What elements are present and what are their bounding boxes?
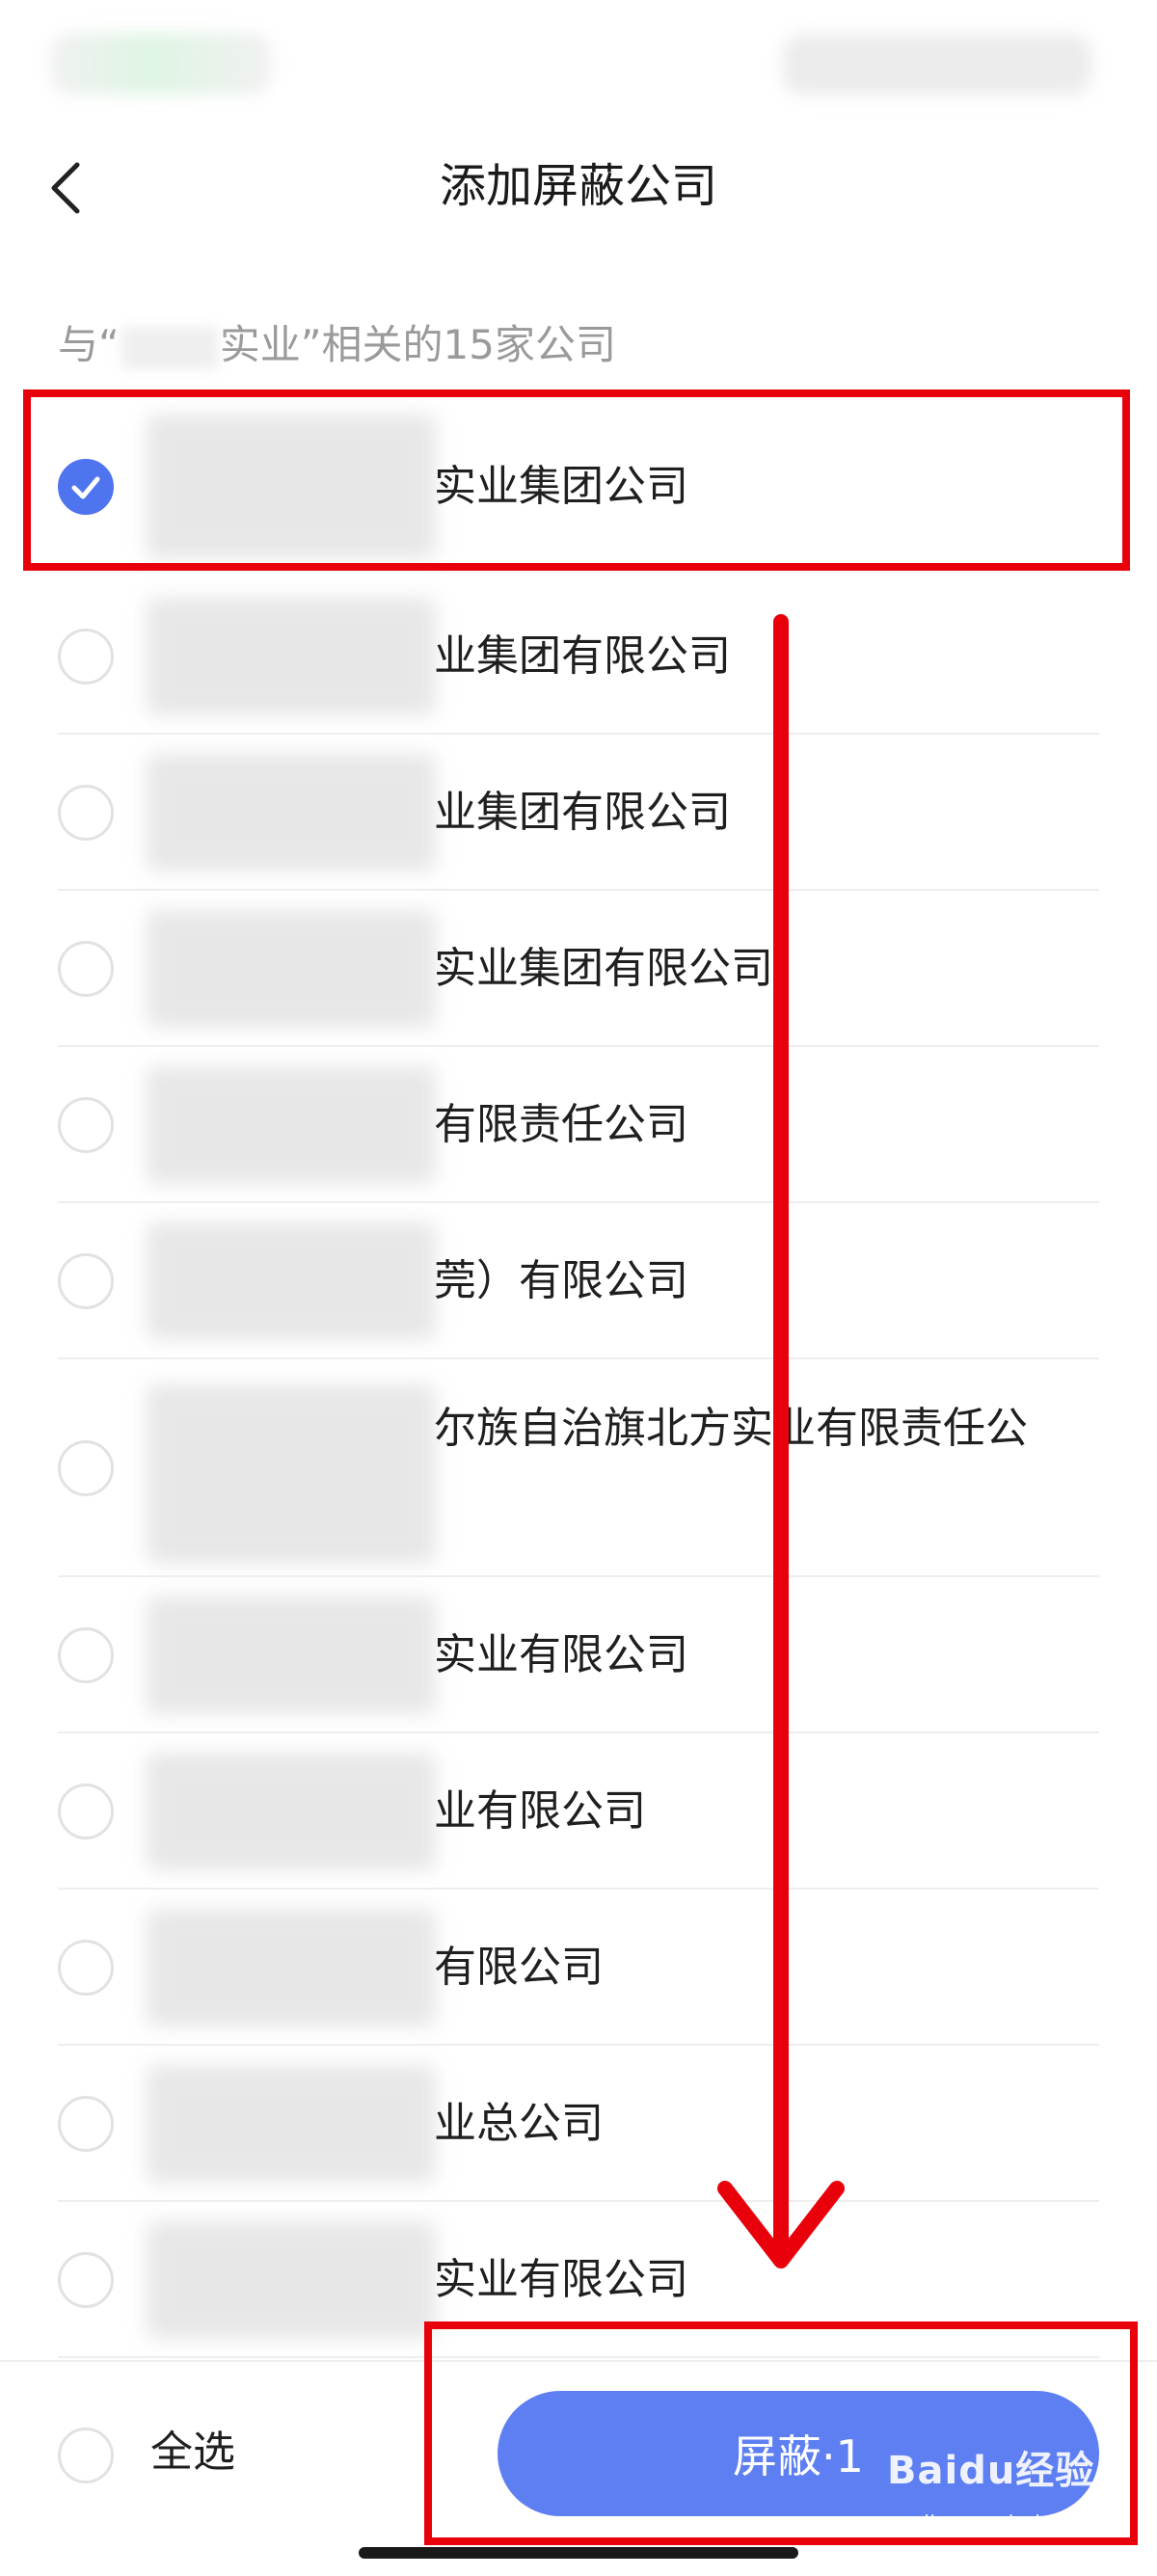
company-name: 莞）有限公司 <box>434 1256 688 1305</box>
checkmark-icon <box>71 476 100 499</box>
company-list: 实业集团公司 业集团有限公司 业集团有限公司 实业集团有限公司 有限责任公司 莞）有限公司… <box>0 395 1157 2358</box>
company-name: 有限责任公司 <box>434 1100 688 1149</box>
page-title: 添加屏蔽公司 <box>439 159 717 213</box>
company-list-item[interactable]: 业有限公司 <box>0 1733 1157 1890</box>
company-checkbox[interactable] <box>58 1627 114 1683</box>
blurred-company-prefix <box>147 1909 436 2026</box>
blurred-company-prefix <box>147 2065 436 2183</box>
subtitle-suffix: 实业”相关的15家公司 <box>219 321 616 368</box>
company-checkbox[interactable] <box>58 1253 114 1309</box>
company-checkbox[interactable] <box>58 459 114 515</box>
company-name: 尔族自治旗北方实业有限责任公 <box>434 1404 1028 1453</box>
company-checkbox[interactable] <box>58 629 114 684</box>
watermark-brand: Baidu经验 <box>887 2449 1095 2493</box>
blurred-company-prefix <box>147 1222 436 1340</box>
company-list-item[interactable]: 业集团有限公司 <box>0 735 1157 891</box>
company-checkbox[interactable] <box>58 1784 114 1839</box>
company-list-item[interactable]: 实业有限公司 <box>0 1577 1157 1733</box>
company-checkbox[interactable] <box>58 1440 114 1496</box>
status-bar-left-blurred <box>50 33 272 94</box>
blurred-company-prefix <box>147 415 436 559</box>
row-divider <box>58 2356 1099 2358</box>
subtitle-prefix: 与“ <box>58 321 120 368</box>
select-all-checkbox[interactable] <box>58 2428 114 2483</box>
company-list-item[interactable]: 实业有限公司 <box>0 2202 1157 2358</box>
company-list-item[interactable]: 莞）有限公司 <box>0 1203 1157 1359</box>
blurred-company-prefix <box>147 2221 436 2339</box>
company-list-item[interactable]: 实业集团公司 <box>0 395 1157 578</box>
company-name: 实业集团有限公司 <box>434 944 773 993</box>
results-subtitle: 与“ 实业”相关的15家公司 <box>58 316 616 374</box>
blurred-company-prefix <box>147 1753 436 1870</box>
company-checkbox[interactable] <box>58 1097 114 1153</box>
select-all-label: 全选 <box>150 2428 235 2477</box>
company-name: 实业有限公司 <box>434 2255 688 2304</box>
company-checkbox[interactable] <box>58 2252 114 2308</box>
home-indicator <box>359 2547 798 2559</box>
company-list-item[interactable]: 实业集团有限公司 <box>0 891 1157 1047</box>
company-list-item[interactable]: 业总公司 <box>0 2046 1157 2202</box>
blurred-keyword <box>121 326 218 369</box>
company-checkbox[interactable] <box>58 941 114 997</box>
company-checkbox[interactable] <box>58 1940 114 1996</box>
company-checkbox[interactable] <box>58 785 114 841</box>
blurred-company-prefix <box>147 1384 436 1564</box>
watermark-url: jingyan.baidu.com <box>924 2512 1120 2536</box>
company-list-item[interactable]: 业集团有限公司 <box>0 578 1157 735</box>
blurred-company-prefix <box>147 598 436 715</box>
company-list-item[interactable]: 有限公司 <box>0 1890 1157 2046</box>
blurred-company-prefix <box>147 1597 436 1714</box>
status-bar-right-blurred <box>783 35 1091 94</box>
company-name: 有限公司 <box>434 1943 604 1992</box>
company-name: 业集团有限公司 <box>434 631 731 681</box>
blurred-company-prefix <box>147 1066 436 1184</box>
company-name: 业总公司 <box>434 2099 604 2148</box>
blurred-company-prefix <box>147 754 436 872</box>
company-name: 实业集团公司 <box>434 462 688 511</box>
blurred-company-prefix <box>147 910 436 1028</box>
company-name: 实业有限公司 <box>434 1630 688 1679</box>
company-checkbox[interactable] <box>58 2096 114 2152</box>
company-list-item[interactable]: 有限责任公司 <box>0 1047 1157 1203</box>
company-name: 业集团有限公司 <box>434 788 731 837</box>
company-list-item[interactable]: 尔族自治旗北方实业有限责任公 <box>0 1359 1157 1577</box>
company-name: 业有限公司 <box>434 1786 646 1836</box>
